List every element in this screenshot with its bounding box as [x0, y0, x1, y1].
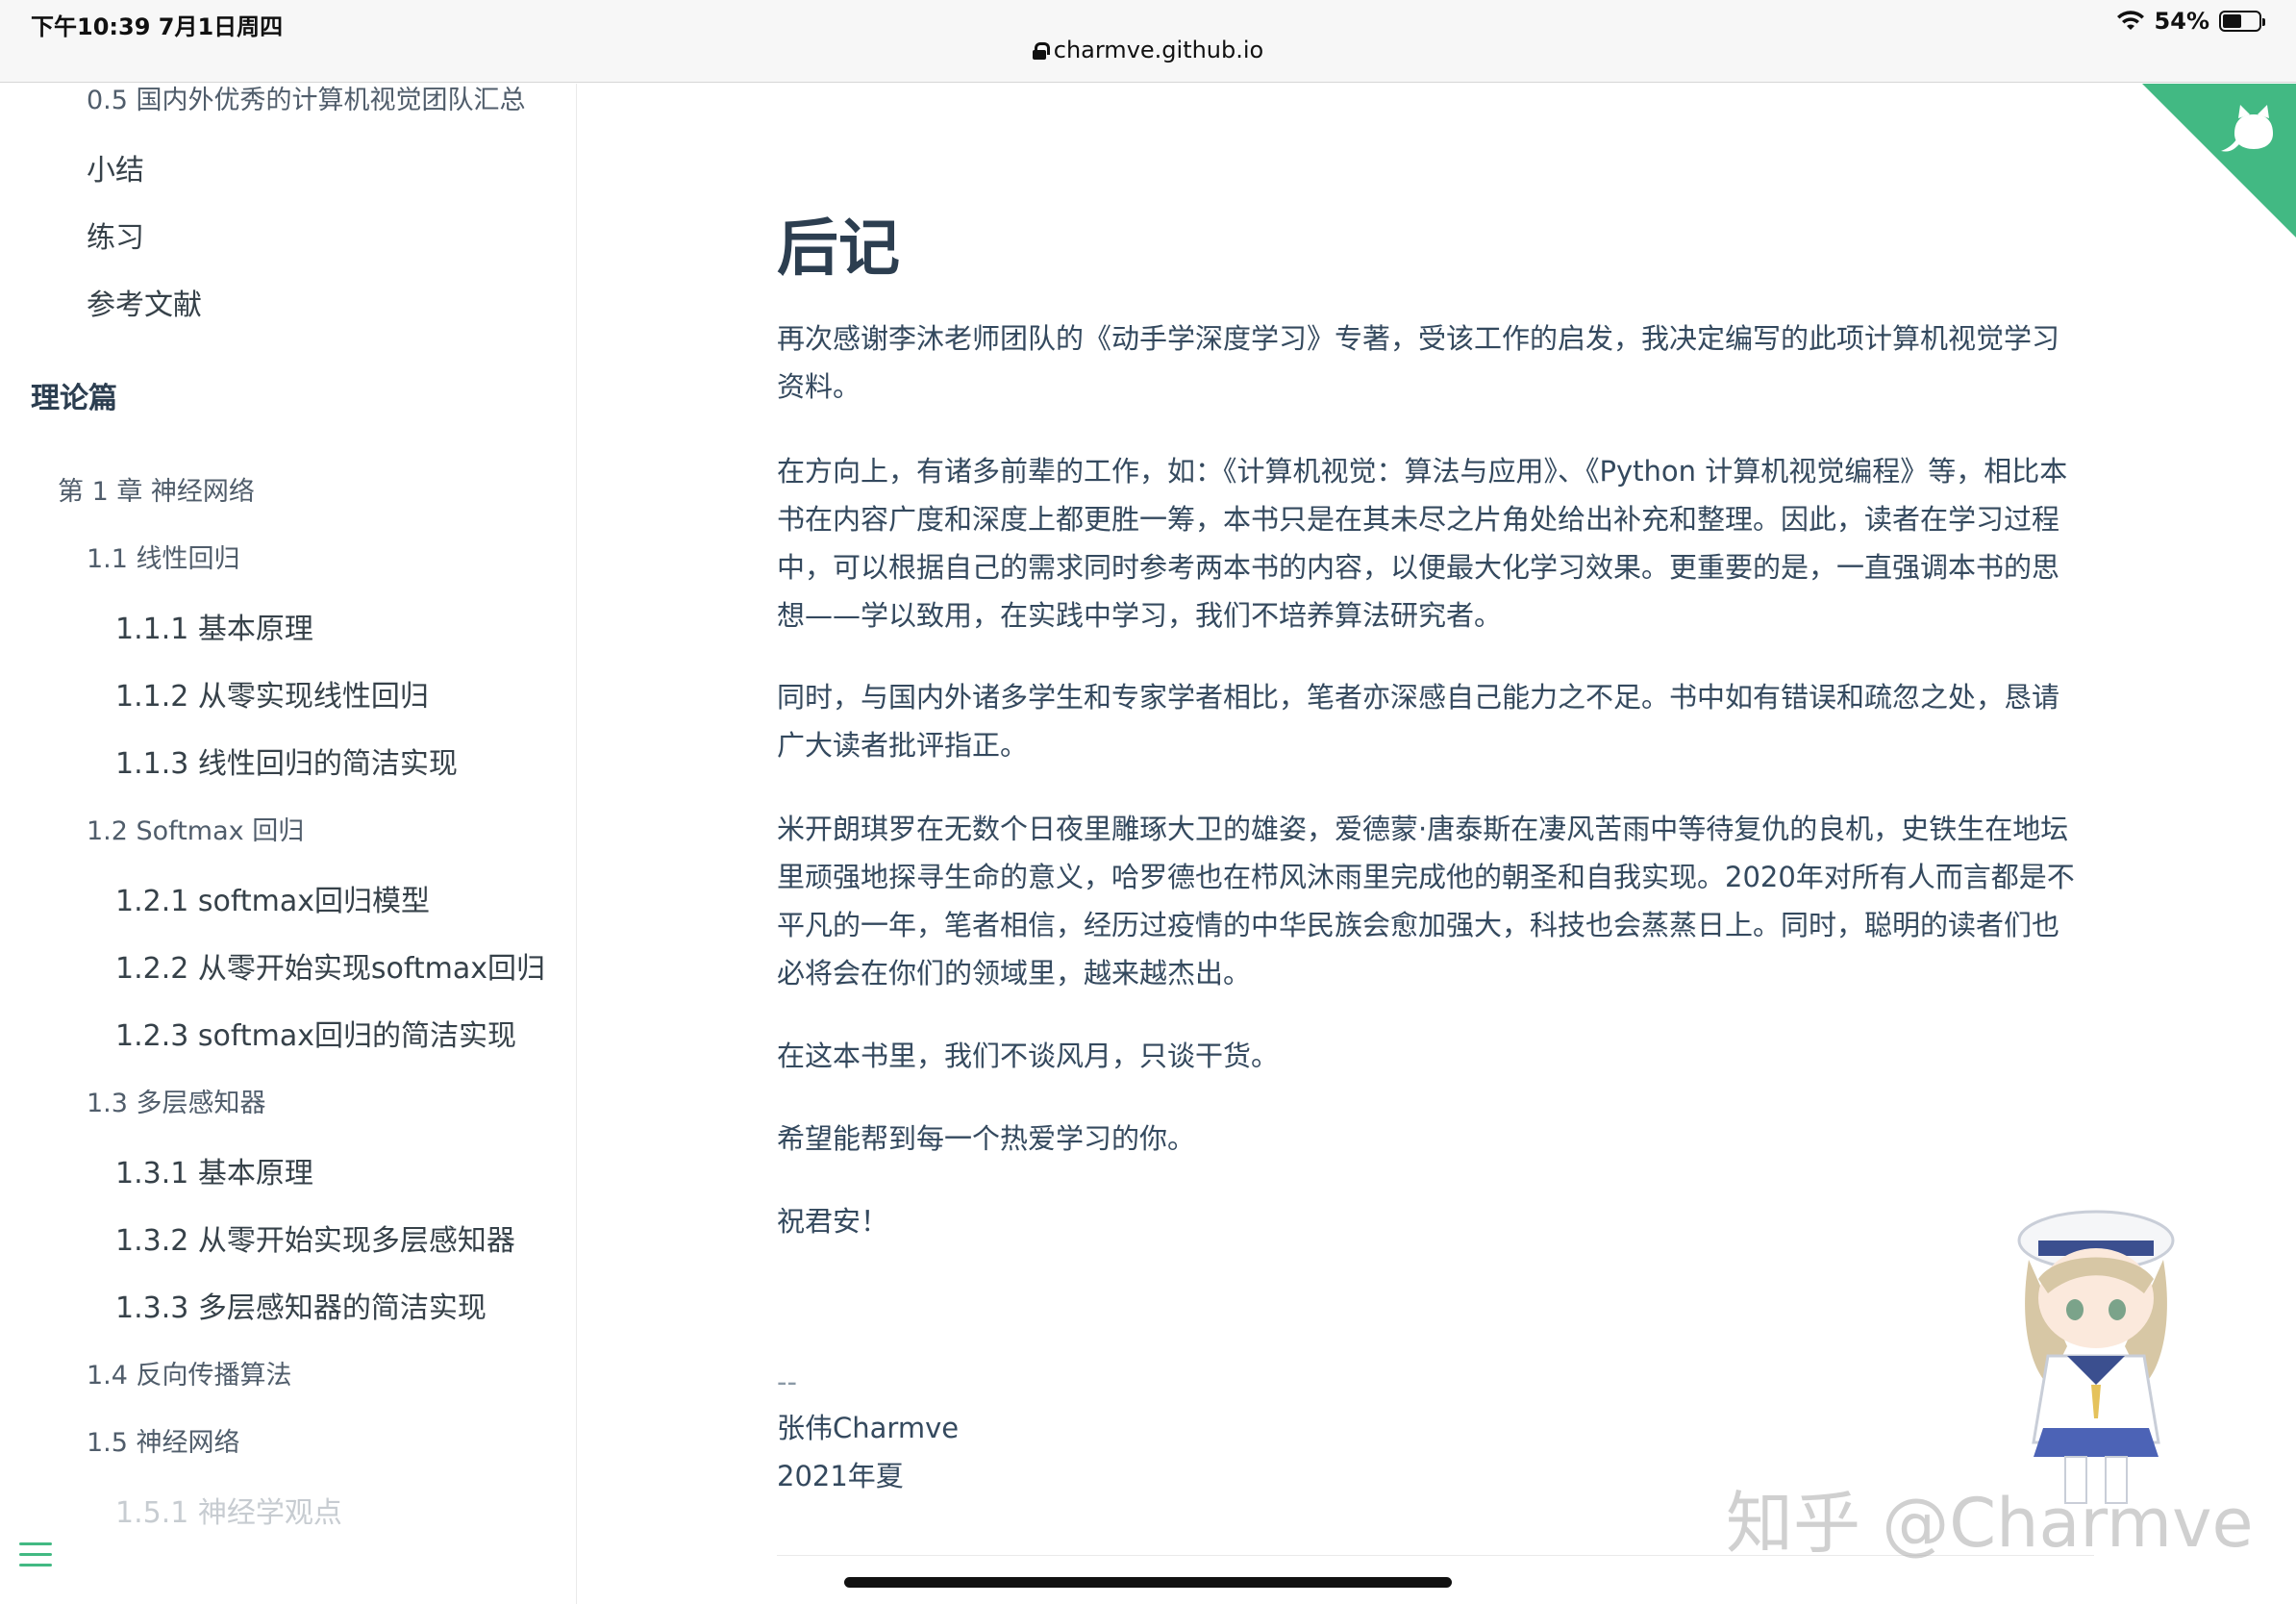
sidebar-item[interactable]: 1.3.2 从零开始实现多层感知器: [115, 1216, 515, 1259]
paragraph: 祝君安！: [777, 1205, 889, 1238]
sidebar-item[interactable]: 1.1.2 从零实现线性回归: [115, 672, 429, 714]
mascot-illustration: [2017, 1210, 2175, 1504]
sidebar-item[interactable]: 1.2 Softmax 回归: [87, 810, 304, 847]
sidebar-item[interactable]: 练习: [87, 213, 144, 256]
paragraph: 在这本书里，我们不谈风月，只谈干货。: [777, 1040, 1280, 1072]
sidebar-item[interactable]: 1.1 线性回归: [87, 538, 240, 575]
menu-icon[interactable]: [19, 1542, 52, 1567]
sidebar-item[interactable]: 1.3.1 基本原理: [115, 1149, 313, 1191]
signature-name: 张伟Charmve: [777, 1412, 960, 1444]
signature-date: 2021年夏: [777, 1460, 904, 1492]
battery-icon: [2219, 11, 2265, 32]
paragraph: 再次感谢李沐老师团队的《动手学深度学习》专著，受该工作的启发，我决定编写的此项计…: [777, 322, 2060, 403]
sidebar-item[interactable]: 第 1 章 神经网络: [58, 470, 255, 508]
battery-fill: [2223, 14, 2242, 28]
watermark: 知乎 @Charmve: [1726, 1484, 2254, 1563]
sidebar-item[interactable]: 理论篇: [31, 374, 117, 416]
sidebar-nav[interactable]: 0.5 国内外优秀的计算机视觉团队汇总小结练习参考文献理论篇第 1 章 神经网络…: [0, 84, 577, 1604]
page-title: 后记: [777, 213, 900, 285]
wifi-icon: [2116, 11, 2144, 30]
paragraph: 希望能帮到每一个热爱学习的你。: [777, 1122, 1196, 1155]
sidebar-item[interactable]: 1.4 反向传播算法: [87, 1354, 292, 1391]
sidebar-item[interactable]: 0.5 国内外优秀的计算机视觉团队汇总: [87, 84, 526, 116]
lock-icon: [1032, 42, 1050, 60]
paragraph: 米开朗琪罗在无数个日夜里雕琢大卫的雄姿，爱德蒙·唐泰斯在凄风苦雨中等待复仇的良机…: [777, 813, 2075, 990]
paragraph: 在方向上，有诸多前辈的工作，如：《计算机视觉：算法与应用》、《Python 计算…: [777, 455, 2068, 632]
sidebar-item[interactable]: 1.3 多层感知器: [87, 1082, 266, 1119]
sidebar-item[interactable]: 1.5 神经网络: [87, 1421, 240, 1459]
sidebar-item[interactable]: 1.5.1 神经学观点: [115, 1489, 342, 1531]
sidebar-item[interactable]: 1.2.2 从零开始实现softmax回归: [115, 944, 545, 987]
url-text: charmve.github.io: [1053, 37, 1264, 63]
sidebar-item[interactable]: 1.2.3 softmax回归的简洁实现: [115, 1012, 516, 1054]
sidebar-item[interactable]: 1.1.1 基本原理: [115, 605, 313, 647]
address-bar[interactable]: charmve.github.io: [0, 37, 2296, 63]
github-corner-icon[interactable]: [2142, 84, 2296, 238]
sidebar-item[interactable]: 参考文献: [87, 281, 202, 323]
paragraph: 同时，与国内外诸多学生和专家学者相比，笔者亦深感自己能力之不足。书中如有错误和疏…: [777, 681, 2060, 762]
battery-percent: 54%: [2154, 8, 2209, 35]
sidebar-item[interactable]: 1.3.3 多层感知器的简洁实现: [115, 1284, 487, 1326]
status-indicators: 54%: [2116, 8, 2265, 35]
status-bar: 下午10:39 7月1日周四 54% charmve.github.io: [0, 0, 2296, 83]
sidebar-item[interactable]: 小结: [87, 146, 144, 188]
signature-dash: --: [777, 1366, 797, 1398]
sidebar-item[interactable]: 1.2.1 softmax回归模型: [115, 877, 430, 919]
home-indicator[interactable]: [844, 1577, 1452, 1588]
sidebar-item[interactable]: 1.1.3 线性回归的简洁实现: [115, 739, 458, 782]
